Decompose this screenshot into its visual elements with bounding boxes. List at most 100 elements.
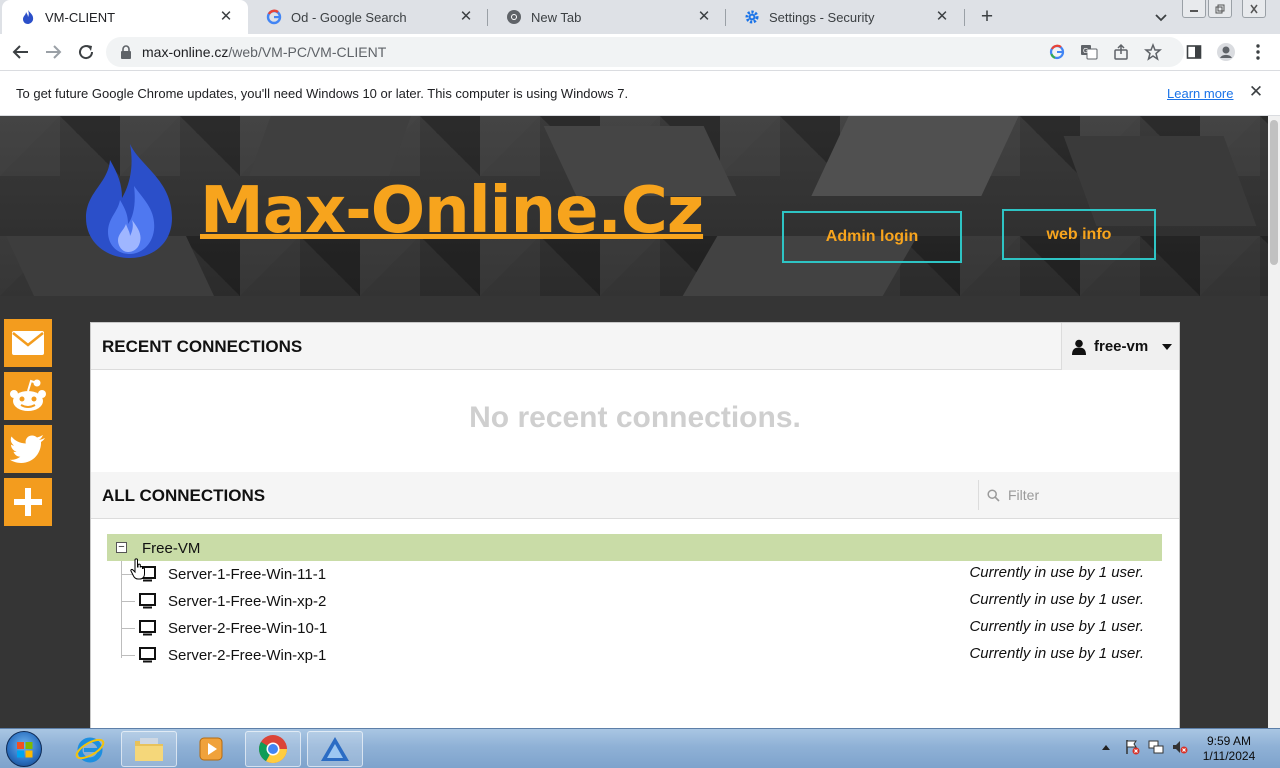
all-connections-title: ALL CONNECTIONS [102, 486, 266, 505]
tab-google-search[interactable]: Od - Google Search ✕ [248, 0, 488, 34]
infobar-message: To get future Google Chrome updates, you… [16, 86, 629, 101]
plus-icon[interactable] [4, 478, 52, 526]
filter-placeholder: Filter [1008, 487, 1040, 503]
url-path: /web/VM-PC/VM-CLIENT [228, 44, 387, 60]
connection-row[interactable]: Server-1-Free-Win-11-1 Currently in use … [91, 561, 1179, 588]
hand-cursor-icon [130, 558, 146, 580]
filter-input[interactable]: Filter [978, 480, 1178, 510]
user-icon [1072, 339, 1086, 355]
url-domain: max-online.cz [142, 44, 229, 60]
remote-app-icon[interactable] [307, 731, 363, 767]
start-button-windows-icon[interactable] [6, 731, 42, 767]
connection-name[interactable]: Server-1-Free-Win-xp-2 [168, 593, 326, 610]
address-url[interactable]: max-online.cz/web/VM-PC/VM-CLIENT [142, 44, 386, 60]
connection-row[interactable]: Server-2-Free-Win-xp-1 Currently in use … [91, 642, 1179, 669]
header-banner: Max-Online.Cz Admin login web info [0, 116, 1268, 296]
google-g-icon[interactable] [1048, 43, 1066, 61]
menu-kebab-icon[interactable] [1247, 41, 1269, 63]
system-clock[interactable]: 9:59 AM 1/11/2024 [1198, 734, 1260, 764]
connection-name[interactable]: Server-1-Free-Win-11-1 [168, 566, 326, 583]
flame-logo-icon [20, 9, 36, 25]
update-infobar: To get future Google Chrome updates, you… [0, 71, 1280, 116]
recent-connections-header: RECENT CONNECTIONS free-vm [91, 323, 1179, 370]
side-panel-icon[interactable] [1183, 41, 1205, 63]
connection-name[interactable]: Server-2-Free-Win-xp-1 [168, 647, 326, 664]
tab-title: Od - Google Search [291, 9, 407, 25]
connection-row[interactable]: Server-2-Free-Win-10-1 Currently in use … [91, 615, 1179, 642]
group-name: Free-VM [142, 540, 201, 557]
connection-status: Currently in use by 1 user. [969, 618, 1144, 635]
forward-arrow-icon[interactable] [42, 41, 64, 63]
reload-icon[interactable] [75, 41, 97, 63]
restore-window-icon[interactable] [1208, 0, 1232, 18]
recent-connections-title: RECENT CONNECTIONS [102, 337, 303, 356]
twitter-icon[interactable] [4, 425, 52, 473]
search-icon [987, 488, 1000, 502]
monitor-icon [139, 647, 156, 663]
profile-avatar-icon[interactable] [1215, 41, 1237, 63]
clock-time: 9:59 AM [1206, 734, 1252, 748]
tab-close-icon[interactable]: ✕ [458, 9, 474, 25]
monitor-icon [139, 620, 156, 636]
tab-vm-client[interactable]: VM-CLIENT ✕ [2, 0, 248, 34]
share-icon[interactable] [1112, 43, 1130, 61]
connection-status: Currently in use by 1 user. [969, 564, 1144, 581]
translate-icon[interactable]: G [1080, 43, 1098, 61]
scrollbar-thumb[interactable] [1270, 120, 1278, 265]
connection-status: Currently in use by 1 user. [969, 645, 1144, 662]
mail-icon[interactable] [4, 319, 52, 367]
page-scrollbar[interactable] [1268, 116, 1280, 728]
collapse-toggle-icon[interactable]: − [116, 542, 127, 553]
tab-strip: VM-CLIENT ✕ Od - Google Search ✕ New Tab… [0, 0, 1280, 34]
tab-search-chevron-icon[interactable] [1150, 6, 1172, 28]
username-label: free-vm [1094, 338, 1149, 355]
banner-cube [811, 116, 1019, 196]
tab-title: Settings - Security [769, 9, 875, 25]
chrome-icon [506, 9, 522, 25]
address-bar[interactable]: max-online.cz/web/VM-PC/VM-CLIENT G [106, 37, 1184, 67]
connection-name[interactable]: Server-2-Free-Win-10-1 [168, 620, 327, 637]
admin-login-button[interactable]: Admin login [782, 211, 962, 263]
action-center-flag-icon[interactable] [1124, 739, 1140, 755]
chrome-icon[interactable] [245, 731, 301, 767]
tree-branch [121, 655, 135, 656]
close-window-icon[interactable] [1242, 0, 1266, 18]
connection-row[interactable]: Server-1-Free-Win-xp-2 Currently in use … [91, 588, 1179, 615]
tab-close-icon[interactable]: ✕ [218, 9, 234, 25]
brand-title[interactable]: Max-Online.Cz [200, 174, 704, 248]
windows-taskbar: 9:59 AM 1/11/2024 [0, 728, 1280, 768]
web-info-button[interactable]: web info [1002, 209, 1156, 260]
banner-cube [249, 116, 411, 176]
reddit-icon[interactable] [4, 372, 52, 420]
gear-icon [744, 9, 760, 25]
no-recent-connections-text: No recent connections. [469, 401, 801, 434]
all-connections-header: ALL CONNECTIONS Filter [91, 472, 1179, 519]
network-icon[interactable] [1148, 739, 1164, 755]
bookmark-star-icon[interactable] [1144, 43, 1162, 61]
tab-new-tab[interactable]: New Tab ✕ [488, 0, 726, 34]
file-explorer-icon[interactable] [121, 731, 177, 767]
lock-icon[interactable] [120, 45, 132, 59]
user-menu[interactable]: free-vm [1061, 323, 1179, 370]
svg-text:G: G [1083, 48, 1088, 55]
infobar-close-icon[interactable]: ✕ [1247, 83, 1265, 101]
caret-down-icon [1162, 343, 1173, 350]
flame-logo-icon [82, 140, 178, 260]
tree-branch [121, 601, 135, 602]
tab-settings-security[interactable]: Settings - Security ✕ [726, 0, 964, 34]
media-player-icon[interactable] [183, 731, 239, 767]
tab-close-icon[interactable]: ✕ [934, 9, 950, 25]
show-hidden-icons-icon[interactable] [1098, 739, 1114, 755]
new-tab-button[interactable]: + [976, 6, 998, 28]
internet-explorer-icon[interactable] [62, 731, 118, 767]
volume-muted-icon[interactable] [1172, 739, 1188, 755]
back-arrow-icon[interactable] [10, 41, 32, 63]
tab-close-icon[interactable]: ✕ [696, 9, 712, 25]
minimize-window-icon[interactable] [1182, 0, 1206, 18]
connection-status: Currently in use by 1 user. [969, 591, 1144, 608]
tree-branch [121, 628, 135, 629]
browser-toolbar: max-online.cz/web/VM-PC/VM-CLIENT G [0, 34, 1280, 71]
connection-group-free-vm[interactable]: − Free-VM [107, 534, 1162, 561]
tab-title: VM-CLIENT [45, 9, 116, 25]
learn-more-link[interactable]: Learn more [1167, 86, 1233, 101]
